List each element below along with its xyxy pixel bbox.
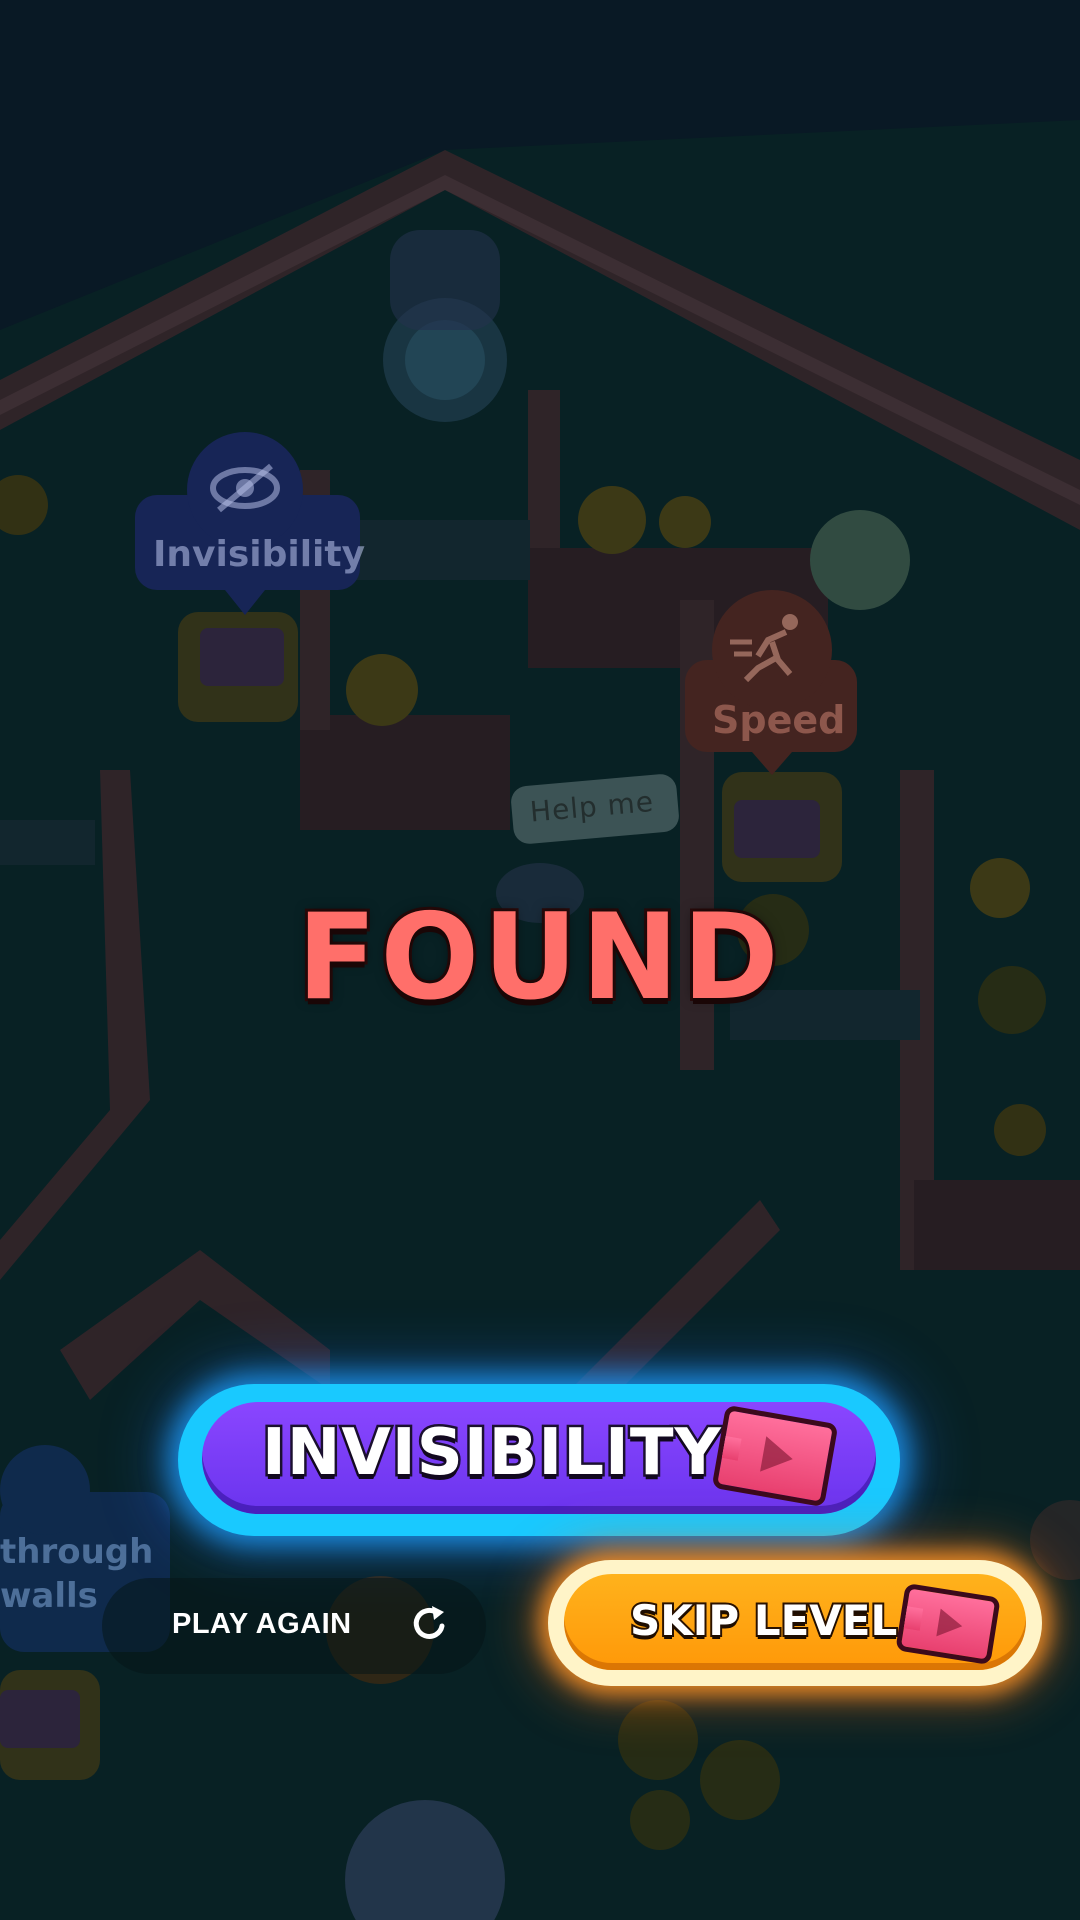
skip-level-button[interactable]: SKIP LEVEL xyxy=(548,1560,1042,1686)
eye-slash-icon xyxy=(210,463,280,513)
skip-level-label: SKIP LEVEL xyxy=(628,1594,899,1647)
through-walls-powerup-label-line1: through xyxy=(0,1532,154,1572)
game-screen: Invisibility Speed through walls Help me… xyxy=(0,0,1080,1920)
invisibility-button[interactable]: INVISIBILITY xyxy=(178,1384,900,1536)
through-walls-powerup-label-line2: walls xyxy=(0,1576,98,1616)
replay-icon xyxy=(413,1606,445,1639)
running-man-icon xyxy=(730,614,798,682)
play-triangle xyxy=(936,1608,965,1641)
help-me-text: Help me xyxy=(528,784,656,829)
play-again-label: PLAY AGAIN xyxy=(172,1608,352,1640)
play-again-button[interactable]: PLAY AGAIN xyxy=(102,1578,486,1674)
speed-powerup-label: Speed xyxy=(712,698,846,742)
play-triangle xyxy=(760,1436,796,1477)
invisibility-button-label: INVISIBILITY xyxy=(260,1414,724,1493)
found-title: FOUND xyxy=(294,886,783,1030)
invisibility-powerup-label: Invisibility xyxy=(153,534,366,575)
